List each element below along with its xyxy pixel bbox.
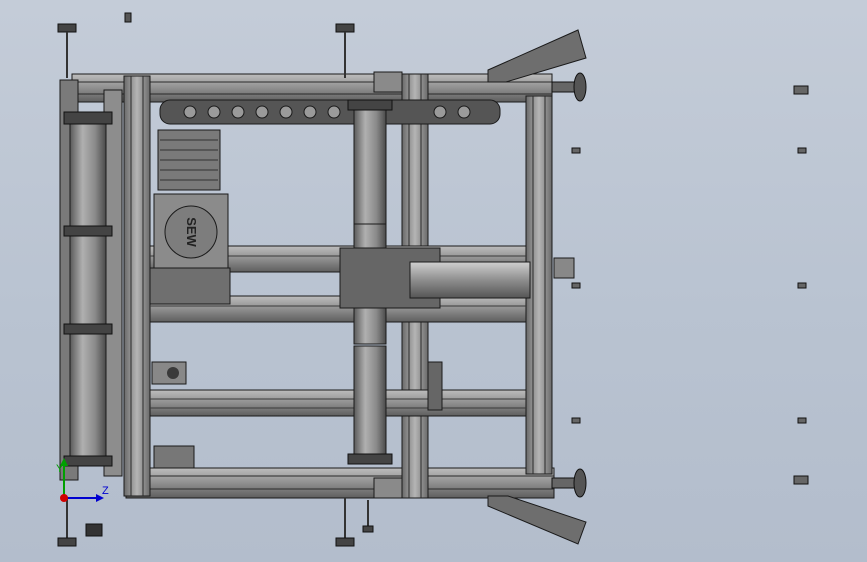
side-plate[interactable] xyxy=(427,361,443,411)
cad-model-view[interactable]: SEW xyxy=(0,0,867,562)
middle-roller-upper[interactable] xyxy=(347,99,393,225)
cable-connector[interactable] xyxy=(85,523,103,537)
floating-fastener[interactable] xyxy=(571,85,809,485)
middle-roller-lower[interactable] xyxy=(347,345,393,465)
gear-motor[interactable]: SEW xyxy=(149,129,231,305)
pneumatic-cylinder[interactable] xyxy=(409,261,531,299)
frame-bottom-rail[interactable] xyxy=(125,467,555,499)
right-guide-plate-bottom[interactable] xyxy=(487,495,587,545)
z-axis-label: Z xyxy=(102,485,109,497)
cross-beam-bottom[interactable] xyxy=(149,389,527,417)
adjust-screw-bottom-small[interactable] xyxy=(362,500,374,533)
drive-chain[interactable] xyxy=(159,99,501,125)
coordinate-triad: Y Z xyxy=(56,458,109,502)
y-axis-label: Y xyxy=(56,463,64,475)
adjust-screw-bottom-middle[interactable] xyxy=(335,498,355,547)
left-roller-lower[interactable] xyxy=(63,323,113,467)
small-fastener[interactable] xyxy=(124,12,132,23)
lower-bracket[interactable] xyxy=(153,445,195,469)
left-roller-upper[interactable] xyxy=(63,111,113,329)
leveling-foot-bottom[interactable] xyxy=(551,468,587,498)
cylinder-end-cap[interactable] xyxy=(553,257,575,279)
graphics-viewport[interactable]: SEW Y Z xyxy=(0,0,867,562)
sensor-bracket[interactable] xyxy=(151,361,187,385)
adjust-screw-top-left[interactable] xyxy=(57,23,77,78)
x-axis-origin xyxy=(60,494,68,502)
motor-brand-label: SEW xyxy=(184,217,199,247)
adjust-screw-top-middle[interactable] xyxy=(335,23,355,78)
leveling-foot-top[interactable] xyxy=(551,72,587,102)
